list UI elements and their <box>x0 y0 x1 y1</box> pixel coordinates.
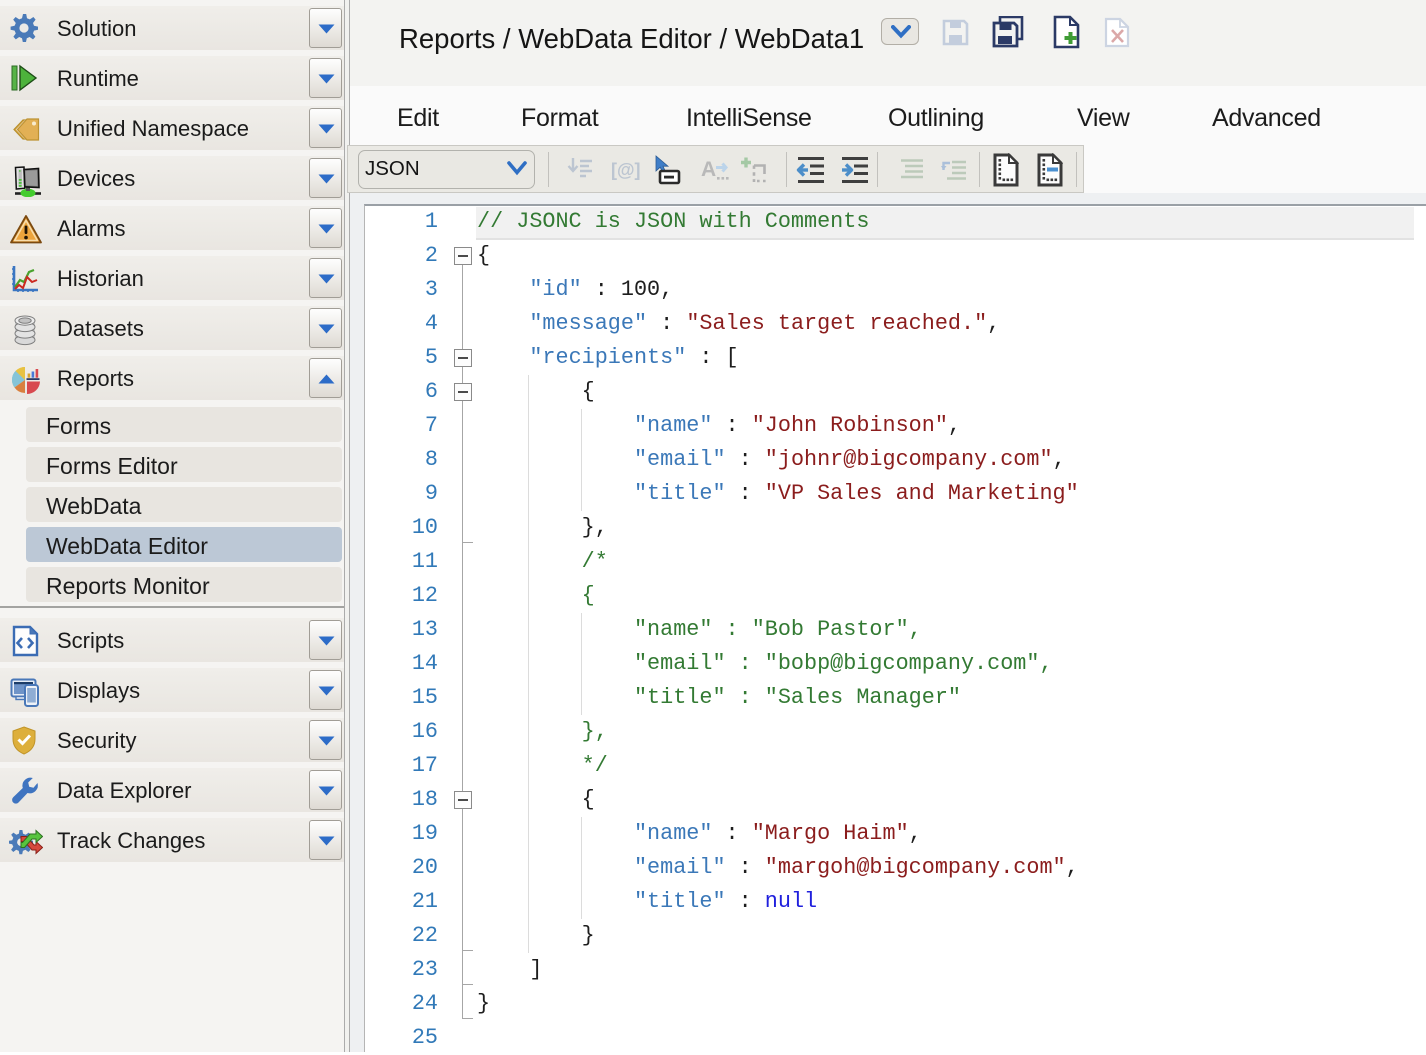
svg-text:[@]: [@] <box>611 160 640 180</box>
svg-text:A: A <box>701 158 716 181</box>
